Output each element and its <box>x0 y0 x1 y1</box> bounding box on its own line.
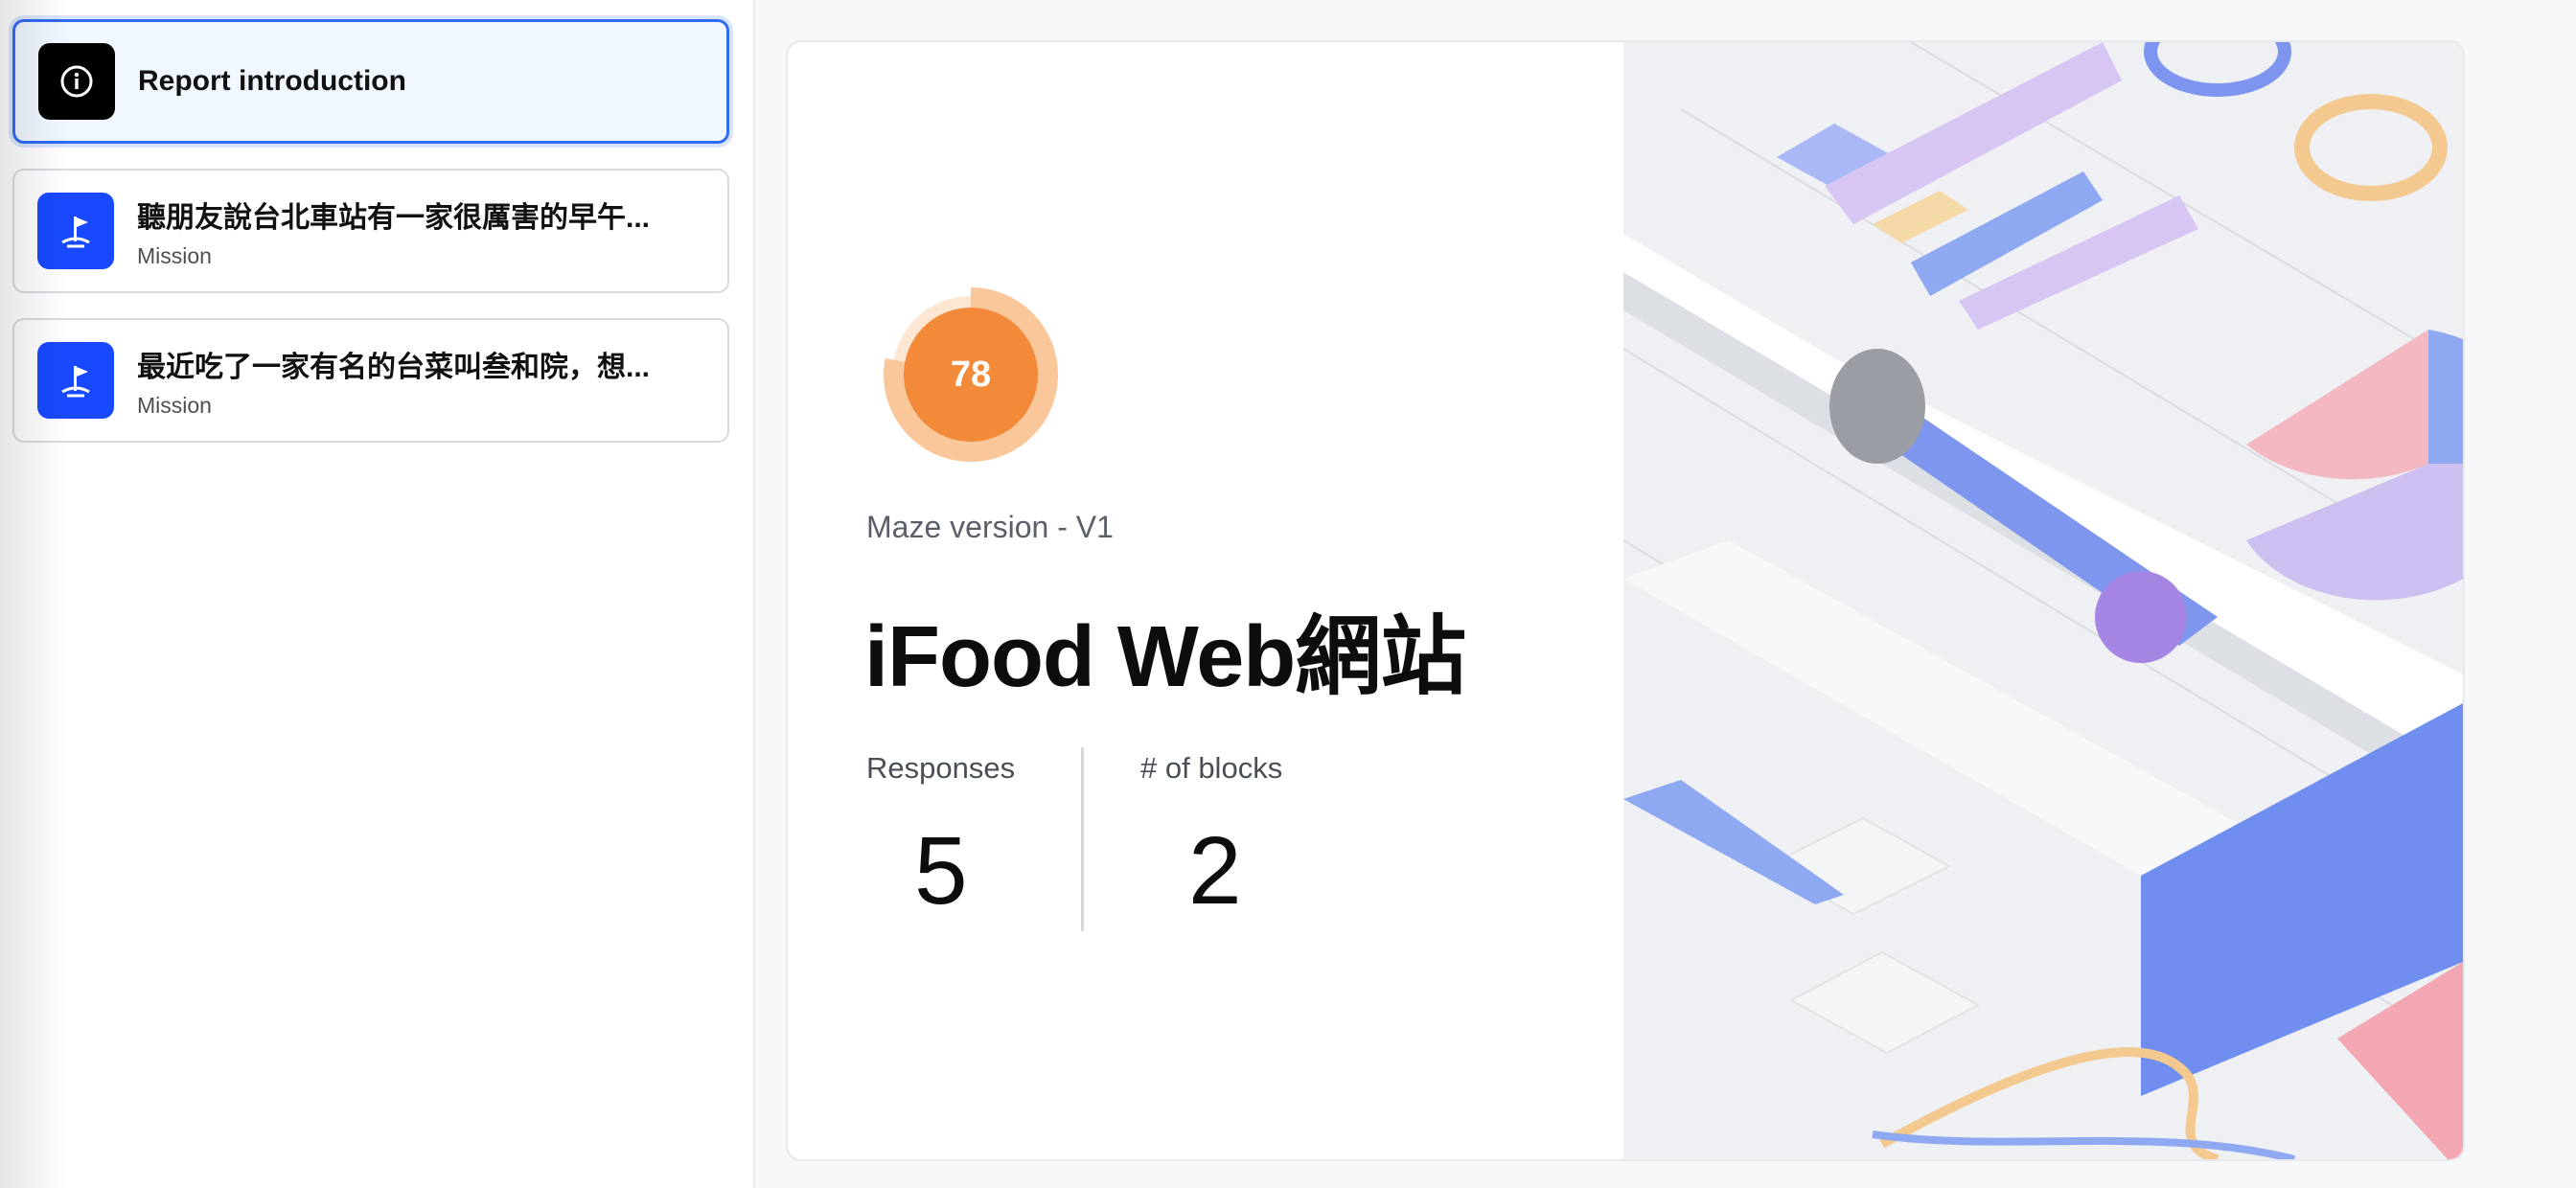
score-ring: 78 <box>884 287 1058 462</box>
maze-version: Maze version - V1 <box>866 510 1114 544</box>
responses-value: 5 <box>914 817 968 925</box>
sidebar-item-label: 聽朋友說台北車站有一家很厲害的早午... <box>137 201 651 234</box>
maze-illustration <box>1622 42 2463 1159</box>
score-value: 78 <box>950 354 992 395</box>
sidebar: Report introduction 聽朋友說台北車站有一家很厲害的早午...… <box>0 0 755 1188</box>
responses-label: Responses <box>866 751 1016 785</box>
mission-flag-icon <box>37 342 114 419</box>
sidebar-item-mission-1[interactable]: 聽朋友說台北車站有一家很厲害的早午... Mission <box>12 169 729 293</box>
blocks-label: # of blocks <box>1140 751 1283 785</box>
blocks-value: 2 <box>1188 817 1242 925</box>
report-intro-card: 78 Maze version - V1 iFood Web網站 Respons… <box>786 40 2465 1161</box>
sidebar-item-report-introduction[interactable]: Report introduction <box>12 19 729 144</box>
info-icon <box>38 43 115 120</box>
mission-flag-icon <box>37 193 114 269</box>
stats-divider <box>1081 747 1084 931</box>
report-title: iFood Web網站 <box>864 609 1466 705</box>
sidebar-item-type: Mission <box>137 392 212 418</box>
sidebar-item-label: Report introduction <box>138 65 406 97</box>
sidebar-item-label: 最近吃了一家有名的台菜叫叁和院，想... <box>137 351 651 383</box>
sidebar-item-mission-2[interactable]: 最近吃了一家有名的台菜叫叁和院，想... Mission <box>12 318 729 443</box>
sidebar-item-type: Mission <box>137 242 212 268</box>
